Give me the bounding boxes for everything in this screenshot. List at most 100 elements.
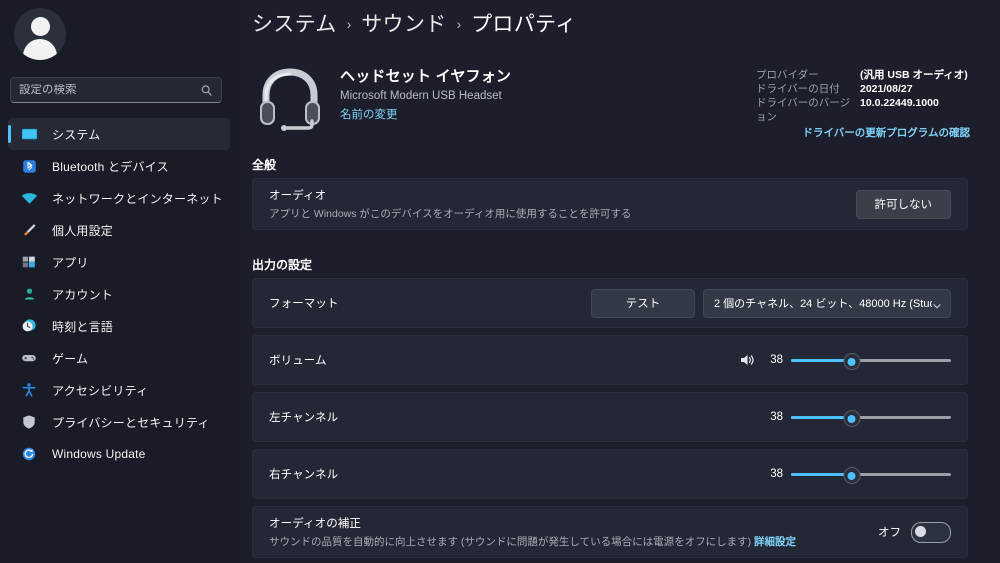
audio-enhancement-title: オーディオの補正 xyxy=(269,518,361,530)
sidebar-item-label: 時刻と言語 xyxy=(52,319,114,334)
account-icon xyxy=(20,285,38,303)
audio-enhancement-toggle-label: オフ xyxy=(878,527,901,539)
test-button[interactable]: テスト xyxy=(591,288,695,318)
driver-date-row: ドライバーの日付 2021/08/27 xyxy=(756,82,970,96)
left-channel-slider-group: 38 xyxy=(763,408,951,427)
audio-enhancement-card: オーディオの補正 サウンドの品質を自動的に向上させます (サウンドに問題が発生し… xyxy=(252,506,968,558)
breadcrumb: システム › サウンド › プロパティ xyxy=(252,8,576,38)
right-channel-slider-group: 38 xyxy=(763,465,951,484)
volume-card: ボリューム 38 xyxy=(252,335,968,385)
sidebar-item-network[interactable]: ネットワークとインターネット xyxy=(8,182,230,214)
avatar-head xyxy=(30,17,50,36)
sidebar-item-label: Bluetooth とデバイス xyxy=(52,159,169,174)
driver-provider-label: プロバイダー xyxy=(756,69,819,81)
audio-enhancement-labels: オーディオの補正 サウンドの品質を自動的に向上させます (サウンドに問題が発生し… xyxy=(269,515,878,549)
driver-provider-row: プロバイダー (汎用 USB オーディオ) xyxy=(756,68,970,82)
audio-disallow-button[interactable]: 許可しない xyxy=(855,189,951,219)
left-channel-title: 左チャンネル xyxy=(269,412,339,424)
sidebar-item-label: ゲーム xyxy=(52,351,89,366)
shield-icon xyxy=(20,413,38,431)
section-title-output: 出力の設定 xyxy=(252,258,313,272)
avatar-body xyxy=(23,39,57,60)
sidebar-item-personalization[interactable]: 個人用設定 xyxy=(8,214,230,246)
sidebar-item-windows-update[interactable]: Windows Update xyxy=(8,438,230,470)
sidebar-item-bluetooth[interactable]: Bluetooth とデバイス xyxy=(8,150,230,182)
chevron-down-icon xyxy=(932,298,942,309)
advanced-settings-link[interactable]: 詳細設定 xyxy=(754,536,796,548)
volume-value: 38 xyxy=(770,354,783,366)
left-channel-value: 38 xyxy=(770,411,783,423)
rename-link[interactable]: 名前の変更 xyxy=(340,106,511,122)
format-dropdown[interactable]: 2 個のチャネル、24 ビット、48000 Hz (Studio Qu xyxy=(703,288,951,318)
monitor-icon xyxy=(20,125,38,143)
search-icon xyxy=(200,84,213,97)
volume-labels: ボリューム xyxy=(269,352,739,368)
left-channel-slider[interactable] xyxy=(791,408,951,427)
left-channel-labels: 左チャンネル xyxy=(269,409,763,425)
sidebar-item-privacy-security[interactable]: プライバシーとセキュリティ xyxy=(8,406,230,438)
audio-permission-desc: アプリと Windows がこのデバイスをオーディオ用に使用することを許可する xyxy=(269,208,632,220)
right-channel-slider[interactable] xyxy=(791,465,951,484)
toggle-knob xyxy=(915,525,926,537)
volume-slider-thumb[interactable] xyxy=(843,353,861,370)
device-header: ヘッドセット イヤフォン Microsoft Modern USB Headse… xyxy=(248,55,511,139)
format-title: フォーマット xyxy=(269,298,339,310)
audio-enhancement-toggle[interactable] xyxy=(911,521,951,543)
avatar[interactable] xyxy=(14,8,66,60)
apps-icon xyxy=(20,253,38,271)
content-area: システム › サウンド › プロパティ ヘッドセット イヤフォン Microso… xyxy=(240,0,1000,563)
accessibility-icon xyxy=(20,381,38,399)
format-labels: フォーマット xyxy=(269,295,591,311)
sidebar-item-label: アプリ xyxy=(52,255,89,270)
sidebar: システム Bluetooth とデバイス ネットワークとインターネット 個人用設… xyxy=(0,0,240,563)
breadcrumb-system[interactable]: システム xyxy=(252,8,337,38)
audio-enhancement-desc: サウンドの品質を自動的に向上させます (サウンドに問題が発生している場合には電源… xyxy=(269,534,878,549)
right-channel-slider-thumb[interactable] xyxy=(843,467,861,484)
sidebar-item-label: 個人用設定 xyxy=(52,223,114,238)
update-icon xyxy=(20,445,38,463)
breadcrumb-properties: プロパティ xyxy=(471,13,577,36)
sidebar-item-time-language[interactable]: 時刻と言語 xyxy=(8,310,230,342)
sidebar-item-apps[interactable]: アプリ xyxy=(8,246,230,278)
driver-version-label: ドライバーのバージョン xyxy=(756,97,851,123)
driver-info: プロバイダー (汎用 USB オーディオ) ドライバーの日付 2021/08/2… xyxy=(756,68,970,140)
driver-date-value: 2021/08/27 xyxy=(860,83,913,95)
device-model: Microsoft Modern USB Headset xyxy=(340,90,502,102)
search-box[interactable] xyxy=(10,77,222,103)
settings-window: システム Bluetooth とデバイス ネットワークとインターネット 個人用設… xyxy=(0,0,1000,563)
sidebar-item-accounts[interactable]: アカウント xyxy=(8,278,230,310)
sidebar-item-gaming[interactable]: ゲーム xyxy=(8,342,230,374)
section-title-general: 全般 xyxy=(252,158,277,172)
speaker-icon xyxy=(739,352,755,368)
left-channel-slider-thumb[interactable] xyxy=(843,410,861,427)
driver-update-link[interactable]: ドライバーの更新プログラムの確認 xyxy=(756,126,970,140)
sidebar-item-label: アカウント xyxy=(52,287,114,302)
driver-date-label: ドライバーの日付 xyxy=(756,83,840,95)
volume-title: ボリューム xyxy=(269,355,327,367)
audio-enhancement-desc-text: サウンドの品質を自動的に向上させます (サウンドに問題が発生している場合には電源… xyxy=(269,536,755,548)
audio-enhancement-toggle-wrap: オフ xyxy=(878,521,951,543)
device-text: ヘッドセット イヤフォン Microsoft Modern USB Headse… xyxy=(340,55,511,122)
bluetooth-icon xyxy=(20,157,38,175)
format-dropdown-value: 2 個のチャネル、24 ビット、48000 Hz (Studio Qu xyxy=(714,298,932,310)
search-input[interactable] xyxy=(19,84,200,96)
device-name: ヘッドセット イヤフォン xyxy=(340,68,512,85)
volume-slider-group: 38 xyxy=(739,351,951,370)
clock-icon xyxy=(20,317,38,335)
sidebar-item-label: ネットワークとインターネット xyxy=(52,191,223,206)
breadcrumb-separator: › xyxy=(346,16,352,32)
driver-provider-value: (汎用 USB オーディオ) xyxy=(860,69,968,81)
driver-version-value: 10.0.22449.1000 xyxy=(860,97,939,109)
sidebar-nav: システム Bluetooth とデバイス ネットワークとインターネット 個人用設… xyxy=(8,118,230,470)
sidebar-item-label: システム xyxy=(52,127,101,142)
right-channel-card: 右チャンネル 38 xyxy=(252,449,968,499)
sidebar-item-system[interactable]: システム xyxy=(8,118,230,150)
sidebar-item-label: プライバシーとセキュリティ xyxy=(52,415,210,430)
avatar-image xyxy=(14,8,66,60)
breadcrumb-sound[interactable]: サウンド xyxy=(361,8,446,38)
wifi-icon xyxy=(20,189,38,207)
audio-permission-card: オーディオ アプリと Windows がこのデバイスをオーディオ用に使用すること… xyxy=(252,178,968,230)
sidebar-item-accessibility[interactable]: アクセシビリティ xyxy=(8,374,230,406)
driver-version-row: ドライバーのバージョン 10.0.22449.1000 xyxy=(756,96,970,124)
volume-slider[interactable] xyxy=(791,351,951,370)
